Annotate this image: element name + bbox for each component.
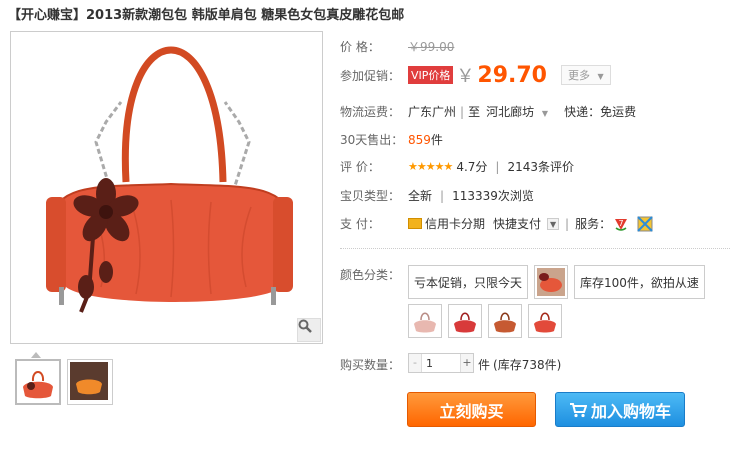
color-option-2[interactable]: 库存100件，欲拍从速 xyxy=(574,265,705,299)
buy-now-label: 立刻购买 xyxy=(439,401,504,421)
quantity-input[interactable] xyxy=(422,354,460,372)
add-to-cart-label: 加入购物车 xyxy=(590,401,671,421)
color-swatch-main[interactable] xyxy=(534,265,568,299)
service-label: 服务： xyxy=(575,217,612,231)
thumb-indicator-arrow xyxy=(31,352,41,358)
currency-symbol: ￥ xyxy=(456,66,475,87)
condition-type: 全新 xyxy=(408,189,433,203)
thumbnail-2[interactable] xyxy=(67,359,113,405)
promo-label: 参加促销： xyxy=(340,68,401,83)
thumbnail-bag-orange xyxy=(23,371,53,399)
thumbnail-bag-dark xyxy=(70,362,108,400)
price-row: 价 格： ￥99.00 xyxy=(340,38,454,55)
shipping-label: 物流运费： xyxy=(340,105,401,119)
sales-count: 859 xyxy=(408,132,431,147)
quantity-label-row: 购买数量： xyxy=(340,356,408,373)
view-count: 113339次浏览 xyxy=(452,189,534,203)
quick-pay: 快捷支付 xyxy=(493,217,542,231)
price-label: 价 格： xyxy=(340,40,380,54)
original-price: ￥99.00 xyxy=(408,40,455,54)
promo-row: 参加促销： VIP价格 ￥ 29.70 更多 ▼ xyxy=(340,62,611,88)
color-label-row: 颜色分类： xyxy=(340,266,408,283)
quantity-stepper: - + xyxy=(408,353,474,373)
payment-row: 支 付： 信用卡分期 快捷支付 ▼ | 服务： 7 xyxy=(340,215,653,232)
quantity-label: 购买数量： xyxy=(340,358,401,372)
zoom-button[interactable] xyxy=(297,318,321,342)
buy-now-button[interactable]: 立刻购买 xyxy=(407,392,536,427)
swatch-image xyxy=(537,268,565,296)
chevron-down-icon: ▼ xyxy=(541,109,549,118)
cart-icon xyxy=(569,402,587,417)
handbag-illustration xyxy=(46,46,293,313)
sales-unit: 件 xyxy=(430,133,443,147)
color-swatch-orange-red[interactable] xyxy=(528,304,562,338)
more-promos-button[interactable]: 更多 ▼ xyxy=(561,65,611,85)
ship-to-word: 至 xyxy=(468,105,481,119)
stock-info: 件 (库存738件) xyxy=(478,356,561,373)
payment-label: 支 付： xyxy=(340,217,380,231)
current-price: 29.70 xyxy=(477,62,547,88)
quantity-minus-button[interactable]: - xyxy=(409,354,422,372)
magnifier-icon xyxy=(298,319,312,333)
express-fee: 快递：免运费 xyxy=(564,105,637,119)
review-count-link[interactable]: 2143条评价 xyxy=(507,158,574,175)
main-product-image[interactable] xyxy=(10,31,323,344)
ship-to: 河北廊坊 xyxy=(486,105,535,119)
vip-price-tag: VIP价格 xyxy=(408,66,454,84)
seven-day-return-icon[interactable]: 7 xyxy=(613,216,629,232)
star-rating-icon: ★★★★★ xyxy=(408,160,453,173)
product-title: 【开心赚宝】2013新款潮包包 韩版单肩包 糖果色女包真皮雕花包邮 xyxy=(8,8,405,23)
quantity-plus-button[interactable]: + xyxy=(460,354,473,372)
color-option-1[interactable]: 亏本促销，只限今天 xyxy=(408,265,529,299)
sales-label: 30天售出： xyxy=(340,133,404,147)
shipping-row: 物流运费： 广东广州 | 至 河北廊坊 ▼ 快递：免运费 xyxy=(340,103,637,120)
rating-row: 评 价： ★★★★★ 4.7分 | 2143条评价 xyxy=(340,158,574,175)
quantity-unit: 件 xyxy=(478,358,491,372)
color-label: 颜色分类： xyxy=(340,268,401,282)
condition-label: 宝贝类型： xyxy=(340,189,401,203)
ship-from: 广东广州 xyxy=(408,105,457,119)
more-label: 更多 xyxy=(568,69,590,82)
swatch-bag-pink xyxy=(414,312,436,333)
svg-text:7: 7 xyxy=(619,219,624,228)
color-option-1-label: 亏本促销，只限今天 xyxy=(414,275,523,290)
add-to-cart-button[interactable]: 加入购物车 xyxy=(555,392,685,427)
expand-icon[interactable]: ▼ xyxy=(547,217,560,230)
thumbnail-1[interactable] xyxy=(15,359,61,405)
swatch-bag-brown xyxy=(494,312,516,333)
color-swatch-pink[interactable] xyxy=(408,304,442,338)
color-swatch-brown[interactable] xyxy=(488,304,522,338)
divider xyxy=(340,248,730,249)
color-swatch-red[interactable] xyxy=(448,304,482,338)
credit-card-icon xyxy=(408,218,422,229)
guarantee-icon[interactable] xyxy=(637,215,653,232)
rating-score: 4.7分 xyxy=(456,160,488,174)
condition-row: 宝贝类型： 全新 | 113339次浏览 xyxy=(340,188,534,204)
ship-to-selector[interactable]: 河北廊坊 ▼ xyxy=(486,103,548,120)
color-option-2-label: 库存100件，欲拍从速 xyxy=(580,275,699,290)
chevron-down-icon: ▼ xyxy=(597,72,604,81)
sales-row: 30天售出： 859 件 xyxy=(340,131,443,148)
stock-count: (库存738件) xyxy=(493,358,562,372)
credit-installment: 信用卡分期 xyxy=(425,217,486,231)
swatch-bag-red xyxy=(454,312,476,333)
swatch-bag-orange-red xyxy=(534,312,556,333)
rating-label: 评 价： xyxy=(340,160,380,174)
